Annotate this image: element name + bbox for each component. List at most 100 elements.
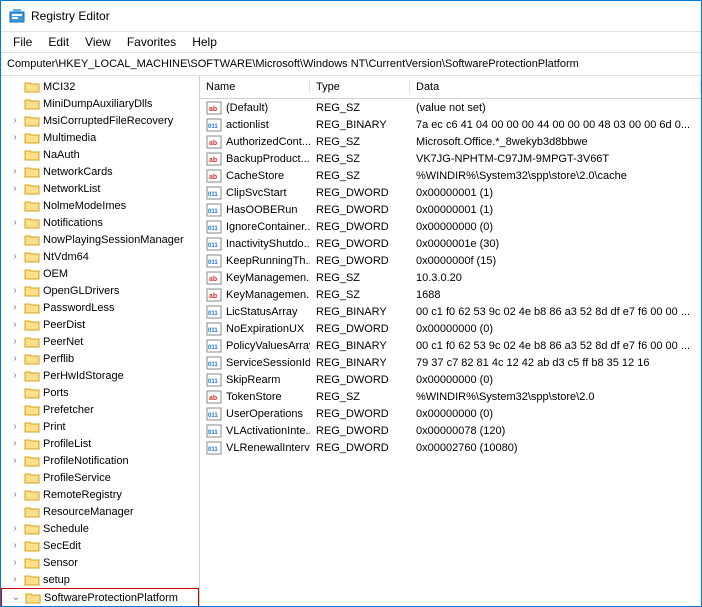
value-row[interactable]: 011LicStatusArrayREG_BINARY00 c1 f0 62 5…	[200, 303, 701, 320]
tree-item[interactable]: ›PerHwIdStorage	[1, 367, 199, 384]
tree-item[interactable]: ›Sensor	[1, 554, 199, 571]
chevron-right-icon[interactable]: ›	[9, 336, 21, 347]
tree-item[interactable]: ›ProfileList	[1, 435, 199, 452]
value-row[interactable]: 011IgnoreContainer...REG_DWORD0x00000000…	[200, 218, 701, 235]
value-row[interactable]: 011SkipRearmREG_DWORD0x00000000 (0)	[200, 371, 701, 388]
tree-item-label: NolmeModeImes	[43, 200, 126, 212]
tree-item[interactable]: MCI32	[1, 78, 199, 95]
value-name: SkipRearm	[226, 374, 280, 386]
value-row[interactable]: 011KeepRunningTh...REG_DWORD0x0000000f (…	[200, 252, 701, 269]
tree-item[interactable]: ›Print	[1, 418, 199, 435]
menu-edit[interactable]: Edit	[40, 35, 77, 49]
chevron-down-icon[interactable]: ⌄	[10, 592, 22, 603]
tree-item[interactable]: NowPlayingSessionManager	[1, 231, 199, 248]
chevron-right-icon[interactable]: ›	[9, 557, 21, 568]
menu-file[interactable]: File	[5, 35, 40, 49]
value-row[interactable]: 011VLActivationInte...REG_DWORD0x0000007…	[200, 422, 701, 439]
chevron-right-icon[interactable]: ›	[9, 251, 21, 262]
value-row[interactable]: abAuthorizedCont...REG_SZMicrosoft.Offic…	[200, 133, 701, 150]
value-row[interactable]: abCacheStoreREG_SZ%WINDIR%\System32\spp\…	[200, 167, 701, 184]
folder-icon	[24, 437, 40, 451]
tree-item[interactable]: ›PasswordLess	[1, 299, 199, 316]
folder-icon	[24, 352, 40, 366]
tree-item[interactable]: ResourceManager	[1, 503, 199, 520]
tree-item[interactable]: ›PeerNet	[1, 333, 199, 350]
value-row[interactable]: ab(Default)REG_SZ(value not set)	[200, 99, 701, 116]
svg-text:ab: ab	[209, 140, 217, 147]
tree-item[interactable]: ›SecEdit	[1, 537, 199, 554]
titlebar[interactable]: Registry Editor	[1, 1, 701, 32]
value-row[interactable]: abKeyManagemen...REG_SZ1688	[200, 286, 701, 303]
value-row[interactable]: abTokenStoreREG_SZ%WINDIR%\System32\spp\…	[200, 388, 701, 405]
value-row[interactable]: abKeyManagemen...REG_SZ10.3.0.20	[200, 269, 701, 286]
tree-item[interactable]: NolmeModeImes	[1, 197, 199, 214]
chevron-right-icon[interactable]: ›	[9, 353, 21, 364]
value-row[interactable]: 011VLRenewalIntervalREG_DWORD0x00002760 …	[200, 439, 701, 456]
value-row[interactable]: 011UserOperationsREG_DWORD0x00000000 (0)	[200, 405, 701, 422]
tree-item[interactable]: OEM	[1, 265, 199, 282]
chevron-right-icon[interactable]: ›	[9, 302, 21, 313]
menu-help[interactable]: Help	[184, 35, 225, 49]
tree-item[interactable]: ›RemoteRegistry	[1, 486, 199, 503]
tree-item[interactable]: ›MsiCorruptedFileRecovery	[1, 112, 199, 129]
tree-pane[interactable]: MCI32MiniDumpAuxiliaryDlls›MsiCorruptedF…	[1, 76, 200, 606]
tree-item[interactable]: ›setup	[1, 571, 199, 588]
tree-item[interactable]: ›NetworkList	[1, 180, 199, 197]
tree-item[interactable]: ›Perflib	[1, 350, 199, 367]
menu-favorites[interactable]: Favorites	[119, 35, 184, 49]
tree-item[interactable]: Ports	[1, 384, 199, 401]
chevron-right-icon[interactable]: ›	[9, 455, 21, 466]
tree-item[interactable]: Prefetcher	[1, 401, 199, 418]
tree-item[interactable]: ›Schedule	[1, 520, 199, 537]
chevron-right-icon[interactable]: ›	[9, 183, 21, 194]
value-row[interactable]: 011PolicyValuesArrayREG_BINARY00 c1 f0 6…	[200, 337, 701, 354]
tree-item[interactable]: ›NetworkCards	[1, 163, 199, 180]
tree-item[interactable]: ›PeerDist	[1, 316, 199, 333]
tree-item[interactable]: MiniDumpAuxiliaryDlls	[1, 95, 199, 112]
tree-item[interactable]: ›ProfileNotification	[1, 452, 199, 469]
chevron-right-icon[interactable]: ›	[9, 319, 21, 330]
value-row[interactable]: 011ServiceSessionIdREG_BINARY79 37 c7 82…	[200, 354, 701, 371]
chevron-right-icon[interactable]: ›	[9, 166, 21, 177]
list-body[interactable]: ab(Default)REG_SZ(value not set)011actio…	[200, 99, 701, 606]
value-data: 0x00000000 (0)	[410, 323, 701, 335]
col-name[interactable]: Name	[200, 81, 310, 93]
chevron-right-icon[interactable]: ›	[9, 115, 21, 126]
folder-icon	[24, 216, 40, 230]
col-data[interactable]: Data	[410, 81, 701, 93]
value-data: 0x0000000f (15)	[410, 255, 701, 267]
svg-text:ab: ab	[209, 174, 217, 181]
tree-item[interactable]: ⌄SoftwareProtectionPlatform	[1, 588, 199, 606]
address-bar[interactable]: Computer\HKEY_LOCAL_MACHINE\SOFTWARE\Mic…	[1, 53, 701, 76]
menubar: File Edit View Favorites Help	[1, 32, 701, 53]
value-type: REG_DWORD	[310, 221, 410, 233]
tree-item[interactable]: ›Multimedia	[1, 129, 199, 146]
value-type: REG_SZ	[310, 153, 410, 165]
binary-value-icon: 011	[206, 424, 222, 438]
chevron-right-icon[interactable]: ›	[9, 370, 21, 381]
value-row[interactable]: 011ClipSvcStartREG_DWORD0x00000001 (1)	[200, 184, 701, 201]
chevron-right-icon[interactable]: ›	[9, 285, 21, 296]
tree-item[interactable]: NaAuth	[1, 146, 199, 163]
tree-item[interactable]: ›OpenGLDrivers	[1, 282, 199, 299]
chevron-right-icon[interactable]: ›	[9, 421, 21, 432]
chevron-right-icon[interactable]: ›	[9, 540, 21, 551]
chevron-right-icon[interactable]: ›	[9, 132, 21, 143]
folder-icon	[24, 539, 40, 553]
value-row[interactable]: 011HasOOBERunREG_DWORD0x00000001 (1)	[200, 201, 701, 218]
chevron-right-icon[interactable]: ›	[9, 489, 21, 500]
chevron-right-icon[interactable]: ›	[9, 523, 21, 534]
address-text: Computer\HKEY_LOCAL_MACHINE\SOFTWARE\Mic…	[7, 58, 579, 70]
chevron-right-icon[interactable]: ›	[9, 217, 21, 228]
value-row[interactable]: 011InactivityShutdo...REG_DWORD0x0000001…	[200, 235, 701, 252]
value-row[interactable]: abBackupProduct...REG_SZVK7JG-NPHTM-C97J…	[200, 150, 701, 167]
tree-item[interactable]: ProfileService	[1, 469, 199, 486]
menu-view[interactable]: View	[77, 35, 119, 49]
tree-item[interactable]: ›Notifications	[1, 214, 199, 231]
value-row[interactable]: 011NoExpirationUXREG_DWORD0x00000000 (0)	[200, 320, 701, 337]
col-type[interactable]: Type	[310, 81, 410, 93]
tree-item[interactable]: ›NtVdm64	[1, 248, 199, 265]
value-row[interactable]: 011actionlistREG_BINARY7a ec c6 41 04 00…	[200, 116, 701, 133]
chevron-right-icon[interactable]: ›	[9, 438, 21, 449]
chevron-right-icon[interactable]: ›	[9, 574, 21, 585]
